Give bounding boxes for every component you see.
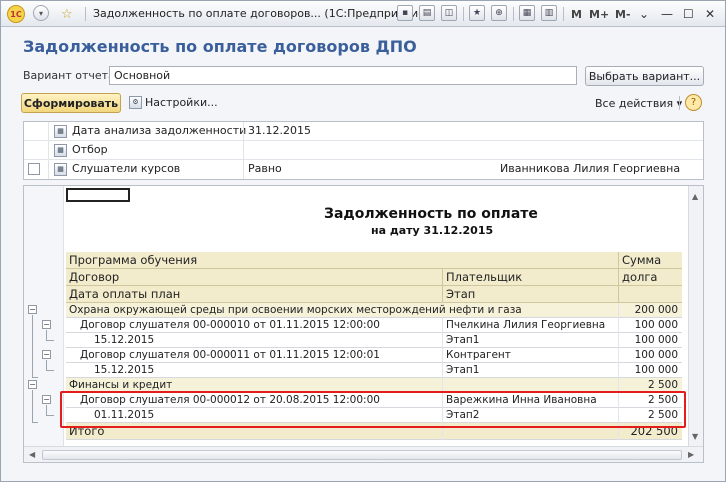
variant-field[interactable]: Основной: [109, 66, 577, 85]
filter-checkbox[interactable]: [28, 163, 40, 175]
header-debt: долга: [622, 270, 658, 284]
row-text: Финансы и кредит: [69, 379, 173, 391]
table-header-row: Программа обучения Сумма: [66, 252, 682, 269]
table-header-row: Договор Плательщик долга: [66, 269, 682, 286]
title-bar: 1С ▾ ☆ Задолженность по оплате договоров…: [1, 1, 725, 27]
variant-label: Вариант отчета:: [23, 69, 119, 82]
setting-name: Слушатели курсов: [72, 162, 181, 175]
settings-row[interactable]: ▦ Отбор: [24, 141, 703, 160]
report-header-cell[interactable]: [66, 188, 130, 202]
calculator-icon[interactable]: ▦: [519, 5, 535, 21]
row-text: Договор слушателя 00-000011 от 01.11.201…: [80, 349, 380, 361]
all-actions-menu[interactable]: Все действия ▾: [595, 97, 682, 110]
dropdown-arrow-icon[interactable]: ⌄: [639, 5, 649, 23]
scroll-up-icon[interactable]: ▲: [692, 192, 698, 201]
table-row[interactable]: Охрана окружающей среды при освоении мор…: [66, 303, 682, 318]
header-program: Программа обучения: [69, 253, 198, 267]
filter-icon: ▦: [54, 144, 67, 157]
table-row[interactable]: 15.12.2015 Этап1 100 000: [66, 333, 682, 348]
collapse-group-icon[interactable]: −: [42, 320, 51, 329]
row-sum: 100 000: [634, 319, 678, 331]
row-sum: 100 000: [634, 364, 678, 376]
report-window: 1С ▾ ☆ Задолженность по оплате договоров…: [0, 0, 726, 482]
header-payment-date: Дата оплаты план: [69, 287, 181, 301]
setting-value[interactable]: 31.12.2015: [248, 124, 311, 137]
row-stage: Этап1: [446, 364, 480, 376]
report-spreadsheet[interactable]: Задолженность по оплате на дату 31.12.20…: [23, 185, 704, 463]
filter-icon: ▦: [54, 163, 67, 176]
grouping-gutter: [24, 186, 64, 446]
horizontal-scrollbar[interactable]: ◀ ▶: [24, 446, 703, 462]
memory-button[interactable]: M: [571, 5, 582, 23]
link-icon[interactable]: ⊕: [491, 5, 507, 21]
maximize-icon[interactable]: ☐: [683, 5, 694, 23]
close-icon[interactable]: ✕: [705, 5, 715, 23]
setting-condition[interactable]: Равно: [248, 162, 282, 175]
scroll-right-icon[interactable]: ▶: [688, 450, 694, 459]
table-row[interactable]: Договор слушателя 00-000010 от 01.11.201…: [66, 318, 682, 333]
all-actions-label: Все действия: [595, 97, 674, 110]
header-stage: Этап: [446, 287, 476, 301]
row-stage: Этап1: [446, 334, 480, 346]
select-variant-button[interactable]: Выбрать вариант...: [585, 66, 704, 86]
add-favorite-icon[interactable]: ★: [469, 5, 485, 21]
collapse-group-icon[interactable]: −: [28, 380, 37, 389]
row-text: 15.12.2015: [94, 364, 155, 376]
setting-value[interactable]: Иванникова Лилия Георгиевна: [500, 162, 680, 175]
collapse-group-icon[interactable]: −: [42, 395, 51, 404]
setting-name: Дата анализа задолженности: [72, 124, 247, 137]
generate-button[interactable]: Сформировать: [21, 93, 121, 113]
app-logo-icon[interactable]: 1С: [7, 5, 25, 23]
vertical-scrollbar[interactable]: ▲ ▼: [688, 186, 703, 446]
preview-icon[interactable]: ◫: [441, 5, 457, 21]
scroll-down-icon[interactable]: ▼: [692, 432, 698, 441]
window-title: Задолженность по оплате договоров... (1С…: [93, 7, 430, 20]
row-sum: 100 000: [634, 349, 678, 361]
minimize-icon[interactable]: —: [661, 5, 673, 23]
favorite-star-icon[interactable]: ☆: [61, 5, 73, 23]
settings-icon: ⚙: [129, 96, 142, 109]
report-title: Задолженность по оплате: [324, 206, 538, 222]
collapse-group-icon[interactable]: −: [42, 350, 51, 359]
memory-subtract-button[interactable]: M-: [615, 5, 631, 23]
settings-button[interactable]: ⚙ Настройки...: [129, 96, 218, 109]
calendar-icon[interactable]: ▥: [541, 5, 557, 21]
row-text: Договор слушателя 00-000010 от 01.11.201…: [80, 319, 380, 331]
print-icon[interactable]: ▤: [419, 5, 435, 21]
collapse-group-icon[interactable]: −: [28, 305, 37, 314]
table-row[interactable]: Договор слушателя 00-000011 от 01.11.201…: [66, 348, 682, 363]
menu-dropdown-icon[interactable]: ▾: [33, 5, 49, 21]
highlight-annotation: [60, 391, 686, 428]
row-text: Охрана окружающей среды при освоении мор…: [69, 304, 522, 316]
table-header-row: Дата оплаты план Этап: [66, 286, 682, 303]
scroll-left-icon[interactable]: ◀: [29, 450, 35, 459]
row-sum: 200 000: [634, 304, 678, 316]
row-payer: Пчелкина Лилия Георгиевна: [446, 319, 606, 331]
row-text: 15.12.2015: [94, 334, 155, 346]
header-sum: Сумма: [622, 253, 662, 267]
row-payer: Контрагент: [446, 349, 511, 361]
scrollbar-thumb[interactable]: [42, 450, 682, 460]
header-contract: Договор: [69, 270, 120, 284]
settings-row[interactable]: ▦ Слушатели курсов Равно Иванникова Лили…: [24, 160, 703, 179]
row-sum: 100 000: [634, 334, 678, 346]
report-settings-grid: ▦ Дата анализа задолженности 31.12.2015 …: [23, 121, 704, 180]
save-icon[interactable]: ▪: [397, 5, 413, 21]
report-subtitle: на дату 31.12.2015: [371, 224, 494, 237]
table-row[interactable]: 15.12.2015 Этап1 100 000: [66, 363, 682, 378]
settings-label: Настройки...: [145, 96, 218, 109]
help-icon[interactable]: ?: [685, 94, 702, 111]
settings-row[interactable]: ▦ Дата анализа задолженности 31.12.2015: [24, 122, 703, 141]
parameter-icon: ▦: [54, 125, 67, 138]
setting-name: Отбор: [72, 143, 108, 156]
header-payer: Плательщик: [446, 270, 523, 284]
row-sum: 2 500: [647, 379, 678, 391]
form-title: Задолженность по оплате договоров ДПО: [23, 37, 417, 56]
memory-add-button[interactable]: M+: [589, 5, 609, 23]
